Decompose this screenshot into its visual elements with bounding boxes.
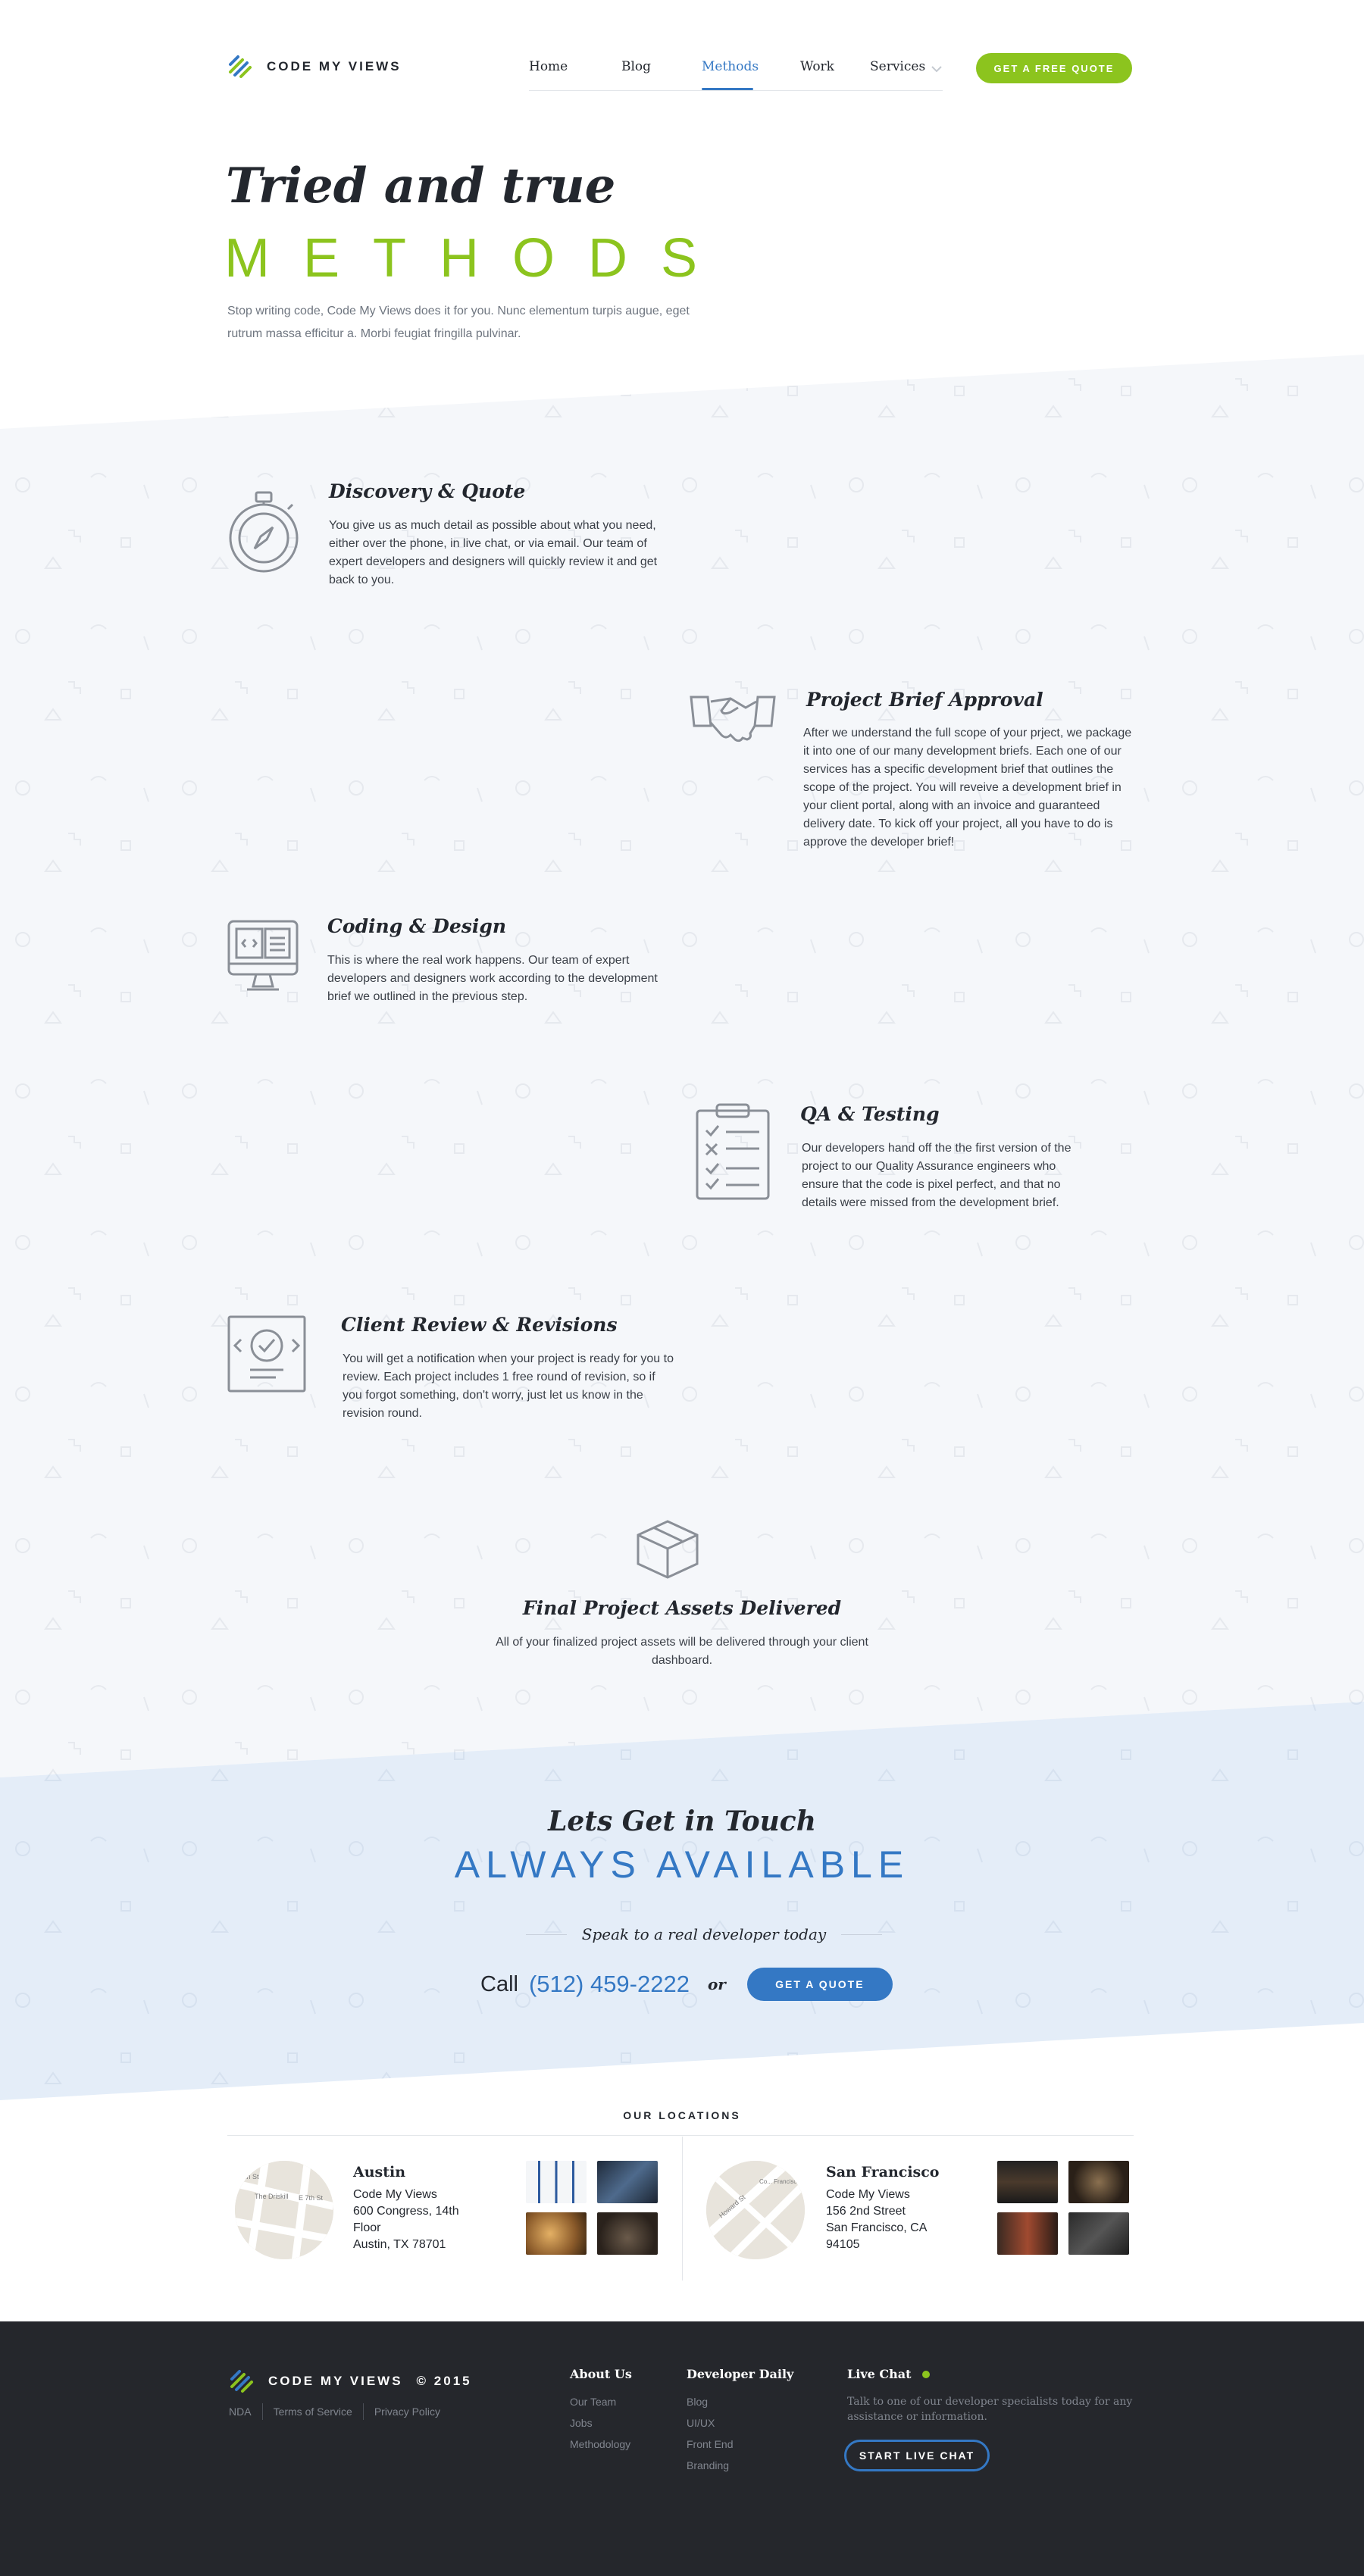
monitor-code-icon	[226, 918, 300, 998]
city-name: San Francisco	[826, 2164, 940, 2181]
separator	[261, 2403, 263, 2420]
logo-mark-icon	[230, 2370, 253, 2393]
divider-line	[841, 1934, 882, 1935]
office-photo[interactable]	[526, 2161, 587, 2203]
about-links: Our Team Jobs Methodology	[570, 2391, 630, 2455]
step-title: Client Review & Revisions	[341, 1314, 618, 1336]
nda-link[interactable]: NDA	[229, 2406, 252, 2418]
footer-link[interactable]: Our Team	[570, 2391, 630, 2412]
footer	[0, 2321, 1364, 2576]
brand-logo[interactable]: CODE MY VIEWS	[227, 52, 402, 82]
chevron-down-icon[interactable]	[931, 65, 943, 73]
divider	[227, 2135, 1134, 2136]
footer-link[interactable]: Branding	[687, 2455, 733, 2476]
phone-link[interactable]: (512) 459-2222	[529, 1971, 690, 1998]
footer-link[interactable]: Blog	[687, 2391, 733, 2412]
hero-description: Stop writing code, Code My Views does it…	[227, 305, 690, 340]
footer-link[interactable]: Methodology	[570, 2434, 630, 2455]
legal-links: NDA Terms of Service Privacy Policy	[229, 2403, 440, 2420]
address: Code My Views 156 2nd Street San Francis…	[826, 2188, 928, 2251]
office-photo[interactable]	[997, 2212, 1058, 2255]
step-body: Our developers hand off the the first ve…	[802, 1142, 1071, 1209]
footer-logo[interactable]: CODE MY VIEWS © 2015	[229, 2368, 472, 2394]
separator	[362, 2403, 364, 2420]
get-quote-button[interactable]: GET A QUOTE	[746, 1968, 893, 2001]
step-title: Final Project Assets Delivered	[522, 1597, 842, 1619]
brand-name: CODE MY VIEWS	[267, 59, 402, 73]
start-live-chat-button[interactable]: START LIVE CHAT	[844, 2440, 990, 2471]
handshake-icon	[688, 692, 777, 749]
speak-divider: Speak to a real developer today	[526, 1923, 882, 1946]
footer-link[interactable]: Front End	[687, 2434, 733, 2455]
office-photo[interactable]	[597, 2212, 658, 2255]
logo-mark-icon	[229, 55, 252, 78]
office-photo[interactable]	[1068, 2212, 1129, 2255]
footer-link[interactable]: UI/UX	[687, 2412, 733, 2434]
city-name: Austin	[353, 2164, 406, 2181]
nav-blog[interactable]: Blog	[621, 59, 651, 74]
page-subtitle: METHODS	[224, 228, 730, 289]
austin-map[interactable]: 6th St The Driskill E 7th St	[235, 2161, 333, 2259]
contact-title: Lets Get in Touch	[548, 1805, 816, 1837]
about-title: About Us	[570, 2367, 632, 2381]
nav-work[interactable]: Work	[800, 59, 834, 74]
step-body: After we understand the full scope of yo…	[803, 727, 1132, 849]
terms-link[interactable]: Terms of Service	[274, 2406, 352, 2418]
step-title: QA & Testing	[800, 1103, 940, 1125]
clipboard-checklist-icon	[694, 1102, 771, 1205]
developer-daily-title: Developer Daily	[687, 2367, 794, 2381]
map-label: The Driskill	[255, 2193, 289, 2200]
contact-subtitle: ALWAYS AVAILABLE	[454, 1843, 910, 1886]
step-body: You will get a notification when your pr…	[343, 1352, 674, 1420]
nav-home[interactable]: Home	[529, 59, 568, 74]
developer-daily-links: Blog UI/UX Front End Branding	[687, 2391, 733, 2476]
call-row: Call (512) 459-2222 or GET A QUOTE	[480, 1967, 893, 2002]
office-photo[interactable]	[526, 2212, 587, 2255]
or-label: or	[707, 1975, 726, 1993]
free-quote-button[interactable]: GET A FREE QUOTE	[976, 53, 1132, 83]
speak-text: Speak to a real developer today	[581, 1925, 827, 1943]
locations-heading: OUR LOCATIONS	[623, 2109, 741, 2121]
step-title: Coding & Design	[327, 915, 506, 937]
office-photo[interactable]	[997, 2161, 1058, 2203]
step-title: Discovery & Quote	[329, 480, 526, 502]
live-chat-header: Live Chat	[847, 2367, 930, 2381]
step-body: All of your finalized project assets wil…	[496, 1636, 868, 1667]
footer-link[interactable]: Jobs	[570, 2412, 630, 2434]
live-chat-description: Talk to one of our developer specialists…	[847, 2396, 1133, 2423]
brand-name: CODE MY VIEWS	[268, 2374, 403, 2388]
divider	[682, 2137, 683, 2281]
divider-line	[526, 1934, 567, 1935]
review-check-icon	[226, 1314, 308, 1398]
nav-active-indicator	[702, 88, 753, 90]
package-box-icon	[634, 1517, 702, 1586]
step-body: This is where the real work happens. Our…	[327, 954, 658, 1003]
live-chat-title: Live Chat	[847, 2367, 912, 2381]
main-nav: Home Blog Methods Work Services	[529, 53, 943, 91]
san-francisco-map[interactable]: Howard St Co... Francisco D...	[706, 2161, 805, 2259]
privacy-link[interactable]: Privacy Policy	[374, 2406, 440, 2418]
map-label: E 7th St	[299, 2194, 324, 2202]
stopwatch-icon	[226, 488, 303, 581]
online-status-icon	[921, 2370, 930, 2378]
copyright: © 2015	[416, 2374, 472, 2388]
office-photo[interactable]	[1068, 2161, 1129, 2203]
call-label: Call	[480, 1971, 518, 1996]
office-photo[interactable]	[597, 2161, 658, 2203]
step-body: You give us as much detail as possible a…	[329, 519, 658, 586]
address: Code My Views 600 Congress, 14th Floor A…	[353, 2188, 459, 2251]
nav-methods[interactable]: Methods	[702, 59, 759, 74]
page-title: Tried and true	[226, 158, 616, 214]
step-title: Project Brief Approval	[806, 689, 1043, 711]
nav-services[interactable]: Services	[870, 59, 925, 74]
